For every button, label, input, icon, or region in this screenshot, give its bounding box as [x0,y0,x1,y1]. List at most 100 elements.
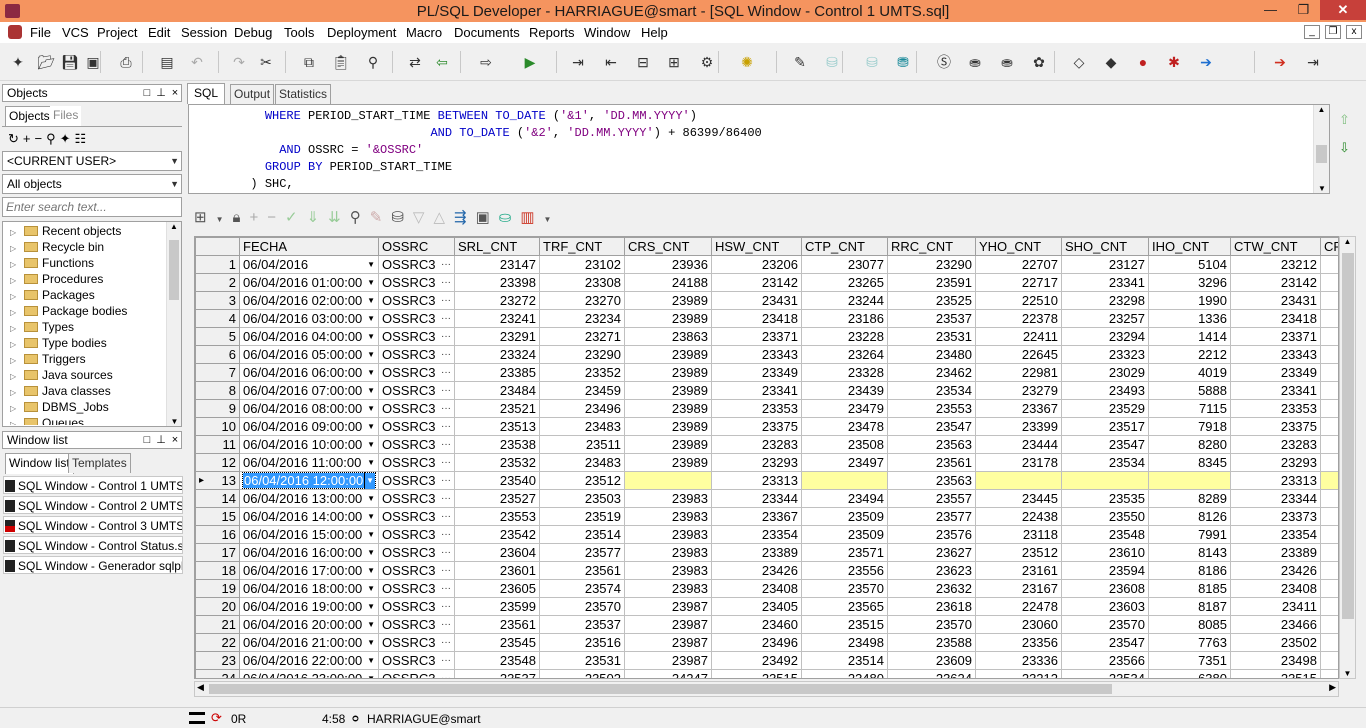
data-cell[interactable]: 23343 [711,345,802,364]
data-cell[interactable]: 23519 [539,507,625,526]
data-cell[interactable]: 23511 [539,435,625,454]
data-cell[interactable]: 23989 [624,453,712,472]
fecha-cell[interactable]: 06/04/2016 12:00:00 ▼ [239,471,379,490]
fecha-cell[interactable]: 06/04/2016 20:00:00 ▼ [239,615,379,634]
data-cell[interactable]: 23535 [1061,489,1149,508]
data-cell[interactable]: 23618 [887,597,976,616]
ellipsis-icon[interactable]: ··· [441,563,451,579]
tab-files[interactable]: Files [50,106,82,126]
row-number[interactable]: 12 [195,453,240,472]
data-cell[interactable]: 23389 [711,543,802,562]
uncomment-icon[interactable]: ⊞ [664,53,684,71]
data-cell[interactable]: 23534 [1061,669,1149,678]
table-row[interactable]: 6 06/04/2016 05:00:00 ▼ OSSRC3 ··· 23324 23290… [195,345,1338,364]
data-cell[interactable]: 23502 [1230,633,1321,652]
data-cell[interactable]: 23328 [801,363,888,382]
panel-close-icon[interactable]: × [169,85,181,101]
data-cell[interactable]: 23609 [887,651,976,670]
lock-icon[interactable]: 🔒︎ [233,209,250,226]
data-cell[interactable]: 23566 [1061,651,1149,670]
fecha-cell[interactable]: 06/04/2016 03:00:00 ▼ [239,309,379,328]
fecha-cell[interactable]: 06/04/2016 04:00:00 ▼ [239,327,379,346]
cpi-cell[interactable] [1320,345,1338,364]
table-row[interactable]: 20 06/04/2016 19:00:00 ▼ OSSRC3 ··· 23599 2357… [195,597,1338,616]
data-cell[interactable]: 23142 [711,273,802,292]
ellipsis-icon[interactable]: ··· [441,437,451,453]
clear-icon[interactable]: ✎ [370,209,392,226]
back-icon[interactable]: ⇦ [432,53,452,71]
ossrc-cell[interactable]: OSSRC3 ··· [378,561,455,580]
ossrc-cell[interactable]: OSSRC3 ··· [378,345,455,364]
data-cell[interactable]: 7918 [1148,417,1231,436]
data-cell[interactable]: 23494 [801,489,888,508]
data-cell[interactable]: 23439 [801,381,888,400]
delete-record-icon[interactable]: − [267,209,285,226]
ellipsis-icon[interactable]: ··· [441,599,451,615]
step-icon[interactable]: ◇ [1069,53,1089,71]
execute-icon[interactable]: ▶ [520,53,540,71]
data-cell[interactable]: 23577 [887,507,976,526]
data-cell[interactable]: 23290 [539,345,625,364]
restore-button[interactable]: ❐ [1290,0,1317,20]
row-number[interactable]: 1 [195,255,240,274]
tab-sql[interactable]: SQL [187,83,226,104]
data-cell[interactable]: 1414 [1148,327,1231,346]
column-header-sho_cnt[interactable]: SHO_CNT [1061,237,1149,256]
find-icon[interactable]: ⚲ [46,131,60,146]
ossrc-cell[interactable]: OSSRC3 ··· [378,471,455,490]
sort-down-icon[interactable]: ▽ [413,209,434,226]
data-cell[interactable]: 23516 [539,633,625,652]
break-icon[interactable]: ✎ [790,53,810,71]
data-cell[interactable]: 23336 [975,651,1062,670]
data-cell[interactable]: 23561 [539,561,625,580]
data-cell[interactable]: 3296 [1148,273,1231,292]
data-cell[interactable]: 23483 [539,453,625,472]
data-cell[interactable] [801,471,888,490]
mdi-minimize-button[interactable]: _ [1304,25,1320,39]
ellipsis-icon[interactable]: ··· [441,275,451,291]
data-cell[interactable]: 23515 [801,615,888,634]
data-cell[interactable]: 23492 [711,651,802,670]
search-input[interactable] [2,197,182,217]
data-cell[interactable]: 23480 [801,669,888,678]
data-cell[interactable]: 23563 [887,435,976,454]
chevron-down-icon[interactable]: ▼ [367,563,375,579]
chevron-down-icon[interactable]: ▼ [367,437,375,453]
data-cell[interactable]: 23508 [801,435,888,454]
data-cell[interactable]: 23293 [1230,453,1321,472]
next-page-icon[interactable]: ⇓ [307,209,329,226]
data-cell[interactable]: 23989 [624,381,712,400]
scroll-left-icon[interactable]: ◀ [197,682,204,693]
row-number[interactable]: 19 [195,579,240,598]
data-cell[interactable]: 23344 [1230,489,1321,508]
data-cell[interactable]: 8085 [1148,615,1231,634]
data-cell[interactable]: 23466 [1230,615,1321,634]
menu-debug[interactable]: Debug [234,25,272,40]
data-cell[interactable]: 23989 [624,291,712,310]
chevron-down-icon[interactable]: ▼ [367,275,375,291]
cpi-cell[interactable] [1320,381,1338,400]
data-cell[interactable]: 7351 [1148,651,1231,670]
data-cell[interactable]: 23118 [975,525,1062,544]
menu-tools[interactable]: Tools [284,25,314,40]
data-cell[interactable]: 23167 [975,579,1062,598]
redo-icon[interactable]: ↷ [229,53,249,71]
fecha-cell[interactable]: 06/04/2016 08:00:00 ▼ [239,399,379,418]
sql-icon[interactable]: Ⓢ [934,53,954,71]
table-row[interactable]: 3 06/04/2016 02:00:00 ▼ OSSRC3 ··· 23272 23270… [195,291,1338,310]
ellipsis-icon[interactable]: ··· [441,509,451,525]
fecha-cell[interactable]: 06/04/2016 16:00:00 ▼ [239,543,379,562]
user-combo[interactable]: <CURRENT USER> ▼ [2,151,182,171]
data-cell[interactable]: 23538 [454,435,540,454]
table-row[interactable]: 22 06/04/2016 21:00:00 ▼ OSSRC3 ··· 23545 2351… [195,633,1338,652]
editor-scrollbar[interactable]: ▲ ▼ [1313,105,1329,193]
data-cell[interactable]: 23576 [887,525,976,544]
data-cell[interactable]: 23354 [711,525,802,544]
data-cell[interactable]: 23408 [1230,579,1321,598]
data-cell[interactable]: 23987 [624,615,712,634]
data-cell[interactable]: 5104 [1148,255,1231,274]
run-to-icon[interactable]: ● [1133,53,1153,71]
cpi-cell[interactable] [1320,651,1338,670]
refresh-icon[interactable]: ↻ [8,131,23,146]
data-cell[interactable]: 23234 [539,309,625,328]
